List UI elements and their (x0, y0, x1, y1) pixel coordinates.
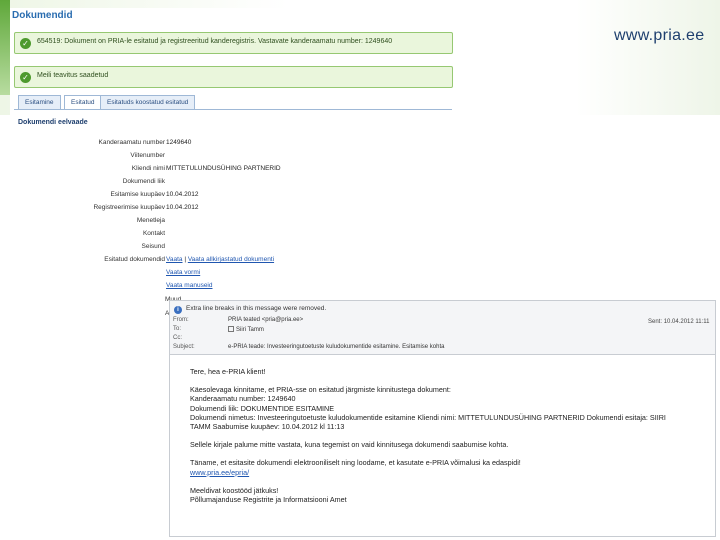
field-row: Vaata manuseid (10, 282, 453, 294)
email-line: Kanderaamatu number: 1249640 (190, 394, 296, 404)
email-sent-message: ✓ Meili teavitus saadetud (14, 66, 453, 88)
email-body: Tere, hea e-PRIA klient! Käesolevaga kin… (190, 367, 705, 513)
email-closing: Meeldivat koostööd jätkuks! (190, 485, 279, 495)
header-key: Cc: (173, 335, 182, 341)
contact-icon (228, 326, 234, 332)
field-row: Kontakt (10, 230, 453, 242)
tab-esitamine[interactable]: Esitamine (18, 95, 61, 109)
header-key: To: (173, 326, 182, 332)
check-icon: ✓ (20, 72, 31, 83)
header-key: Subject: (173, 344, 195, 350)
email-header: i Extra line breaks in this message were… (170, 301, 715, 355)
sent-label: Sent: (648, 319, 663, 325)
field-row: Esitatud dokumendid Vaata | Vaata allkir… (10, 256, 453, 268)
email-paragraph: Sellele kirjale palume mitte vastata, ku… (190, 440, 509, 450)
field-row: Esitamise kuupäev 10.04.2012 (10, 191, 453, 203)
field-row: Viitenumber (10, 152, 453, 164)
email-notice: Extra line breaks in this message were r… (186, 305, 327, 312)
field-label: Kliendi nimi (131, 165, 165, 172)
header-subject: Subject: e-PRIA teade: Investeeringutoet… (170, 343, 715, 353)
field-label: Seisund (141, 243, 166, 250)
field-row: Kanderaamatu number 1249640 (10, 139, 453, 151)
email-signature: Põllumajanduse Registrite ja Informatsio… (190, 495, 347, 505)
email-window: i Extra line breaks in this message were… (169, 300, 716, 537)
documents-panel: Dokumendid ✓ 654519: Dokument on PRIA-le… (10, 8, 453, 326)
email-paragraph: Täname, et esitasite dokumendi elektroon… (190, 458, 705, 476)
tab-esitatud-koostatud[interactable]: Esitatuds koostatud esitatud (100, 95, 196, 109)
success-message: ✓ 654519: Dokument on PRIA-le esitatud j… (14, 32, 453, 54)
sent-timestamp: Sent: 10.04.2012 11:11 (648, 319, 710, 325)
email-line: Täname, et esitasite dokumendi elektroon… (190, 458, 521, 468)
field-label: Menetleja (136, 217, 165, 224)
view-signed-document-link[interactable]: Vaata allkirjastatud dokumenti (188, 256, 274, 263)
field-value: MITTETULUNDUSÜHING PARTNERID (166, 165, 281, 172)
email-line: Dokumendi liik: DOKUMENTIDE ESITAMINE (190, 403, 335, 413)
section-title: Dokumendi eelvaade (18, 119, 88, 126)
tab-divider (14, 109, 452, 110)
header-value[interactable]: Siiri Tamm (236, 327, 264, 333)
tab-esitatud[interactable]: Esitatud (64, 95, 102, 109)
field-row: Kliendi nimi MITTETULUNDUSÜHING PARTNERI… (10, 165, 453, 177)
header-value[interactable]: PRIA teated <pria@pria.ee> (228, 317, 303, 323)
check-icon: ✓ (20, 38, 31, 49)
page-title: Dokumendid (12, 10, 73, 21)
field-label: Kanderaamatu number (98, 139, 166, 146)
field-row: Registreerimise kuupäev 10.04.2012 (10, 204, 453, 216)
view-form-link[interactable]: Vaata vormi (166, 269, 200, 276)
slide-accent-bar (0, 0, 10, 95)
field-row: Vaata vormi (10, 269, 453, 281)
field-label: Kontakt (142, 230, 165, 237)
brand-url: www.pria.ee (614, 27, 705, 44)
header-key: From: (173, 317, 189, 323)
field-row: Menetleja (10, 217, 453, 229)
view-link[interactable]: Vaata (166, 256, 183, 263)
field-value: Vaata | Vaata allkirjastatud dokumenti (166, 256, 275, 263)
field-label: Viitenumber (130, 152, 165, 159)
sent-value: 10.04.2012 11:11 (663, 319, 710, 325)
field-value: 10.04.2012 (166, 204, 199, 211)
email-line: TAMM Saabumise kuupäev: 10.04.2012 kl 11… (190, 422, 345, 432)
field-label: Dokumendi liik (122, 178, 165, 185)
email-paragraph: Käesolevaga kinnitame, et PRIA-sse on es… (190, 385, 705, 431)
header-value: e-PRIA teade: Investeeringutoetuste kulu… (228, 344, 445, 350)
info-icon: i (174, 306, 182, 314)
email-greeting: Tere, hea e-PRIA klient! (190, 367, 266, 376)
success-message-text: 654519: Dokument on PRIA-le esitatud ja … (37, 38, 393, 45)
email-line: Dokumendi nimetus: Investeeringutoetuste… (190, 412, 666, 422)
email-sent-message-text: Meili teavitus saadetud (37, 72, 109, 79)
field-row: Seisund (10, 243, 453, 255)
field-label: Registreerimise kuupäev (93, 204, 165, 211)
field-value: 10.04.2012 (166, 191, 199, 198)
email-paragraph: Meeldivat koostööd jätkuks! Põllumajandu… (190, 486, 705, 504)
view-attachments-link[interactable]: Vaata manuseid (166, 282, 213, 289)
epria-link[interactable]: www.pria.ee/epria/ (190, 468, 705, 477)
field-value: 1249640 (166, 139, 192, 146)
field-row: Dokumendi liik (10, 178, 453, 190)
field-label: Esitatud dokumendid (104, 256, 165, 263)
field-label: Esitamise kuupäev (110, 191, 165, 198)
email-line: Käesolevaga kinnitame, et PRIA-sse on es… (190, 385, 451, 395)
